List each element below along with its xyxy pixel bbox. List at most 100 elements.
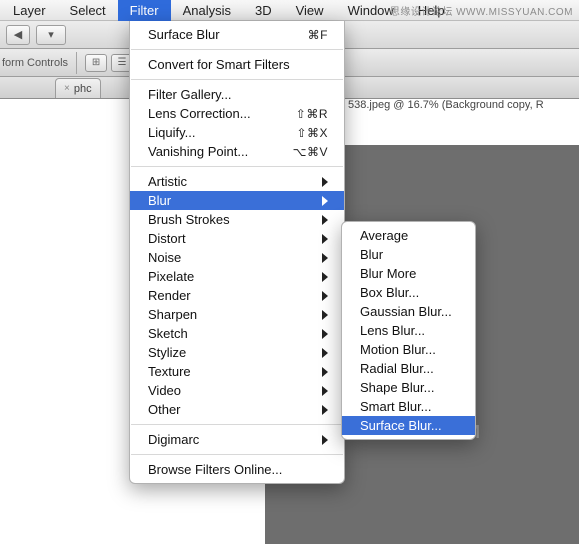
menu-item-label: Blur: [360, 247, 459, 262]
mi-blur-more[interactable]: Blur More: [342, 264, 475, 283]
menu-item-label: Filter Gallery...: [148, 87, 328, 102]
mi-brush-strokes[interactable]: Brush Strokes: [130, 210, 344, 229]
mi-stylize[interactable]: Stylize: [130, 343, 344, 362]
menu-item-label: Video: [148, 383, 312, 398]
mi-average[interactable]: Average: [342, 226, 475, 245]
menu-item-label: Sharpen: [148, 307, 312, 322]
menubar-item-view[interactable]: View: [284, 0, 336, 21]
mi-surface-blur2[interactable]: Surface Blur...: [342, 416, 475, 435]
menu-item-label: Smart Blur...: [360, 399, 459, 414]
menu-item-shortcut: ⇧⌘R: [296, 107, 328, 121]
menu-item-label: Artistic: [148, 174, 312, 189]
menu-item-label: Surface Blur: [148, 27, 298, 42]
menu-separator: [131, 454, 343, 455]
mi-convert-smart[interactable]: Convert for Smart Filters: [130, 55, 344, 74]
document-tab[interactable]: × phc: [55, 78, 101, 98]
menu-item-label: Blur: [148, 193, 312, 208]
menu-item-shortcut: ⌘F: [308, 28, 328, 42]
mi-radial-blur[interactable]: Radial Blur...: [342, 359, 475, 378]
mi-lens-blur[interactable]: Lens Blur...: [342, 321, 475, 340]
menu-item-label: Digimarc: [148, 432, 312, 447]
tool-unknown[interactable]: ▾: [36, 25, 66, 45]
mi-pixelate[interactable]: Pixelate: [130, 267, 344, 286]
mi-video[interactable]: Video: [130, 381, 344, 400]
snap-icon[interactable]: ⊞: [85, 54, 107, 72]
watermark-top: 思缘设计论坛 WWW.MISSYUAN.COM: [390, 3, 573, 18]
mi-sharpen[interactable]: Sharpen: [130, 305, 344, 324]
chevron-right-icon: [322, 435, 328, 445]
back-button[interactable]: ◀: [6, 25, 30, 45]
mi-texture[interactable]: Texture: [130, 362, 344, 381]
menu-item-label: Render: [148, 288, 312, 303]
mi-lens-correction[interactable]: Lens Correction... ⇧⌘R: [130, 104, 344, 123]
menu-item-label: Gaussian Blur...: [360, 304, 459, 319]
menu-item-label: Convert for Smart Filters: [148, 57, 328, 72]
chevron-right-icon: [322, 367, 328, 377]
mi-filter-gallery[interactable]: Filter Gallery...: [130, 85, 344, 104]
mi-other[interactable]: Other: [130, 400, 344, 419]
menubar-item-filter[interactable]: Filter: [118, 0, 171, 21]
menu-item-label: Liquify...: [148, 125, 286, 140]
chevron-right-icon: [322, 215, 328, 225]
menu-item-shortcut: ⇧⌘X: [296, 126, 328, 140]
mi-sketch[interactable]: Sketch: [130, 324, 344, 343]
mi-noise[interactable]: Noise: [130, 248, 344, 267]
chevron-right-icon: [322, 310, 328, 320]
menu-item-label: Sketch: [148, 326, 312, 341]
menu-item-label: Surface Blur...: [360, 418, 459, 433]
menu-item-label: Texture: [148, 364, 312, 379]
mi-artistic[interactable]: Artistic: [130, 172, 344, 191]
mi-motion-blur[interactable]: Motion Blur...: [342, 340, 475, 359]
menu-item-label: Other: [148, 402, 312, 417]
menu-item-label: Brush Strokes: [148, 212, 312, 227]
mi-digimarc[interactable]: Digimarc: [130, 430, 344, 449]
menubar-item-select[interactable]: Select: [58, 0, 118, 21]
menu-item-label: Blur More: [360, 266, 459, 281]
mi-vanishing-point[interactable]: Vanishing Point...⌥⌘V: [130, 142, 344, 161]
mi-browse-online[interactable]: Browse Filters Online...: [130, 460, 344, 479]
menu-item-label: Lens Correction...: [148, 106, 286, 121]
mi-liquify[interactable]: Liquify... ⇧⌘X: [130, 123, 344, 142]
blur-submenu: Average Blur Blur More Box Blur... Gaussian …: [341, 221, 476, 440]
mi-shape-blur[interactable]: Shape Blur...: [342, 378, 475, 397]
menu-item-label: Browse Filters Online...: [148, 462, 328, 477]
chevron-right-icon: [322, 386, 328, 396]
mi-gaussian[interactable]: Gaussian Blur...: [342, 302, 475, 321]
mi-render[interactable]: Render: [130, 286, 344, 305]
menu-item-label: Pixelate: [148, 269, 312, 284]
menu-item-label: Distort: [148, 231, 312, 246]
menu-item-label: Vanishing Point...: [148, 144, 283, 159]
filter-menu: Surface Blur ⌘F Convert for Smart Filters F…: [129, 21, 345, 484]
chevron-right-icon: [322, 348, 328, 358]
menu-separator: [131, 49, 343, 50]
menu-item-label: Lens Blur...: [360, 323, 459, 338]
mi-distort[interactable]: Distort: [130, 229, 344, 248]
mi-blur[interactable]: Blur: [130, 191, 344, 210]
close-tab-icon[interactable]: ×: [64, 83, 70, 94]
mi-smart-blur[interactable]: Smart Blur...: [342, 397, 475, 416]
mi-blur-basic[interactable]: Blur: [342, 245, 475, 264]
menu-item-label: Box Blur...: [360, 285, 459, 300]
form-controls-label: form Controls: [2, 57, 68, 69]
chevron-right-icon: [322, 234, 328, 244]
doc-tab-prefix: phc: [74, 83, 92, 95]
menubar-item-layer[interactable]: Layer: [1, 0, 58, 21]
chevron-right-icon: [322, 177, 328, 187]
menu-separator: [131, 79, 343, 80]
doc-tab-title-suffix: 538.jpeg @ 16.7% (Background copy, R: [348, 99, 544, 111]
menu-separator: [131, 424, 343, 425]
chevron-right-icon: [322, 196, 328, 206]
chevron-right-icon: [322, 405, 328, 415]
chevron-right-icon: [322, 291, 328, 301]
menu-item-label: Stylize: [148, 345, 312, 360]
menubar-item-analysis[interactable]: Analysis: [171, 0, 243, 21]
menu-item-label: Motion Blur...: [360, 342, 459, 357]
menubar-item-3d[interactable]: 3D: [243, 0, 284, 21]
menu-separator: [131, 166, 343, 167]
mi-surface-blur[interactable]: Surface Blur ⌘F: [130, 25, 344, 44]
chevron-right-icon: [322, 253, 328, 263]
mi-box-blur[interactable]: Box Blur...: [342, 283, 475, 302]
chevron-right-icon: [322, 272, 328, 282]
menu-item-label: Radial Blur...: [360, 361, 459, 376]
menu-item-label: Average: [360, 228, 459, 243]
